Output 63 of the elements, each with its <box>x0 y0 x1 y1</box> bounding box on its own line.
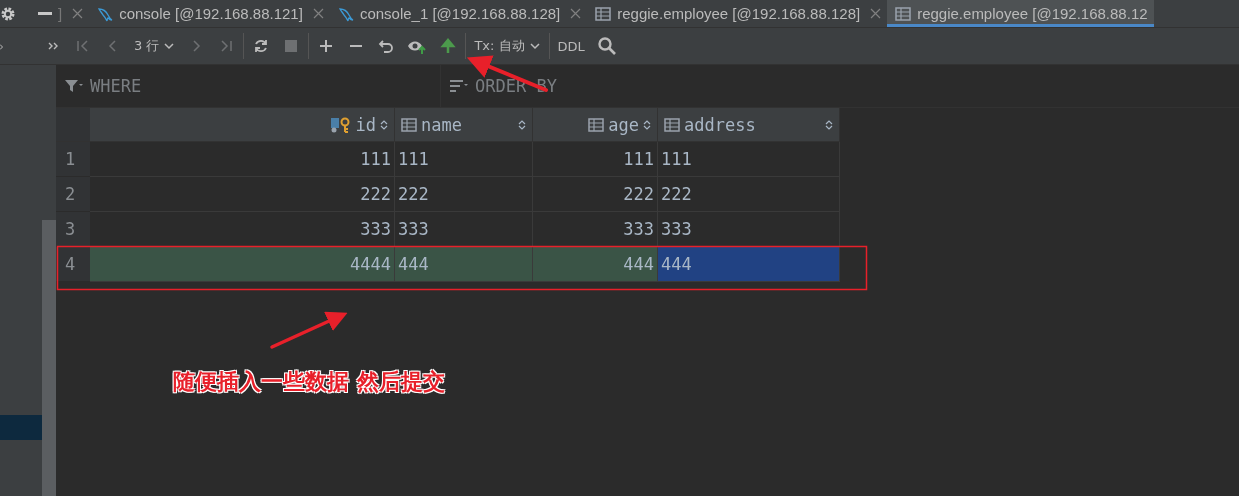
table-icon <box>895 5 912 22</box>
undo-icon <box>378 38 395 54</box>
scrollbar-thumb[interactable] <box>42 220 56 496</box>
where-field[interactable]: WHERE <box>56 65 441 107</box>
close-icon[interactable] <box>72 8 84 19</box>
where-placeholder: WHERE <box>90 76 142 96</box>
row-number: 2 <box>56 177 90 212</box>
column-header[interactable]: age <box>533 108 658 142</box>
editor-tab[interactable]: console [@192.168.88.121] <box>89 0 330 27</box>
caret-icon <box>163 40 176 52</box>
table-cell[interactable]: 222 <box>658 177 840 212</box>
table-cell[interactable]: 444 <box>658 247 840 282</box>
column-header[interactable]: name <box>395 108 533 142</box>
sort-icon <box>643 118 651 131</box>
refresh-icon <box>253 38 270 54</box>
dropdown-button[interactable]: 3 行 <box>130 33 180 59</box>
table-cell[interactable]: 444 <box>533 247 658 282</box>
table-cell[interactable]: 222 <box>533 177 658 212</box>
tab-label: console_1 [@192.168.88.128] <box>359 5 561 22</box>
arrow-up-icon <box>440 38 457 54</box>
sort-icon <box>825 118 833 131</box>
dolphin-icon <box>337 5 354 22</box>
tab-label: reggie.employee [@192.168.88.128] <box>617 5 861 22</box>
minus-icon <box>38 12 52 15</box>
minus-icon <box>350 45 363 47</box>
last-page-icon <box>218 38 235 54</box>
gear-icon <box>0 5 16 22</box>
table-cell[interactable]: 111 <box>90 142 395 177</box>
ddl-button[interactable]: DDL <box>553 33 589 59</box>
table-cell[interactable]: 111 <box>395 142 533 177</box>
tab-label: ] <box>58 5 63 22</box>
dropdown-button[interactable]: Tx: 自动 <box>470 33 545 59</box>
close-icon[interactable] <box>312 8 324 19</box>
plus-icon <box>318 38 335 54</box>
sort-lines-icon <box>449 78 469 94</box>
column-header[interactable]: address <box>658 108 840 142</box>
tab-label: console [@192.168.88.121] <box>119 5 303 22</box>
table-icon <box>595 5 612 22</box>
row-number: 1 <box>56 142 90 177</box>
table-cell[interactable]: 222 <box>395 177 533 212</box>
first-page-icon <box>75 38 91 54</box>
row-number: 3 <box>56 212 90 247</box>
table-cell[interactable]: 4444 <box>90 247 395 282</box>
table-cell[interactable]: 111 <box>533 142 658 177</box>
stop-icon <box>283 38 300 54</box>
search-icon <box>596 36 617 56</box>
editor-tab[interactable]: reggie.employee [@192.168.88.128] <box>587 0 888 27</box>
table-cell[interactable]: 222 <box>90 177 395 212</box>
row-number: 4 <box>56 247 90 282</box>
annotation-note: 随便插入一些数据 然后提交 <box>173 368 445 396</box>
caret-icon <box>528 40 541 52</box>
close-icon[interactable] <box>570 8 582 19</box>
editor-tab[interactable]: console_1 [@192.168.88.128] <box>329 0 588 27</box>
table-cell[interactable]: 444 <box>395 247 533 282</box>
dolphin-icon <box>97 5 114 22</box>
table-cell[interactable]: 111 <box>658 142 840 177</box>
sort-icon <box>518 118 526 131</box>
column-header[interactable]: id <box>90 108 395 142</box>
tab-label: reggie.employee [@192.168.88.12 <box>917 5 1148 22</box>
editor-tab[interactable]: reggie.employee [@192.168.88.12 <box>887 0 1154 27</box>
close-icon[interactable] <box>870 8 882 19</box>
filter-icon <box>64 78 84 94</box>
sort-icon <box>380 118 388 131</box>
